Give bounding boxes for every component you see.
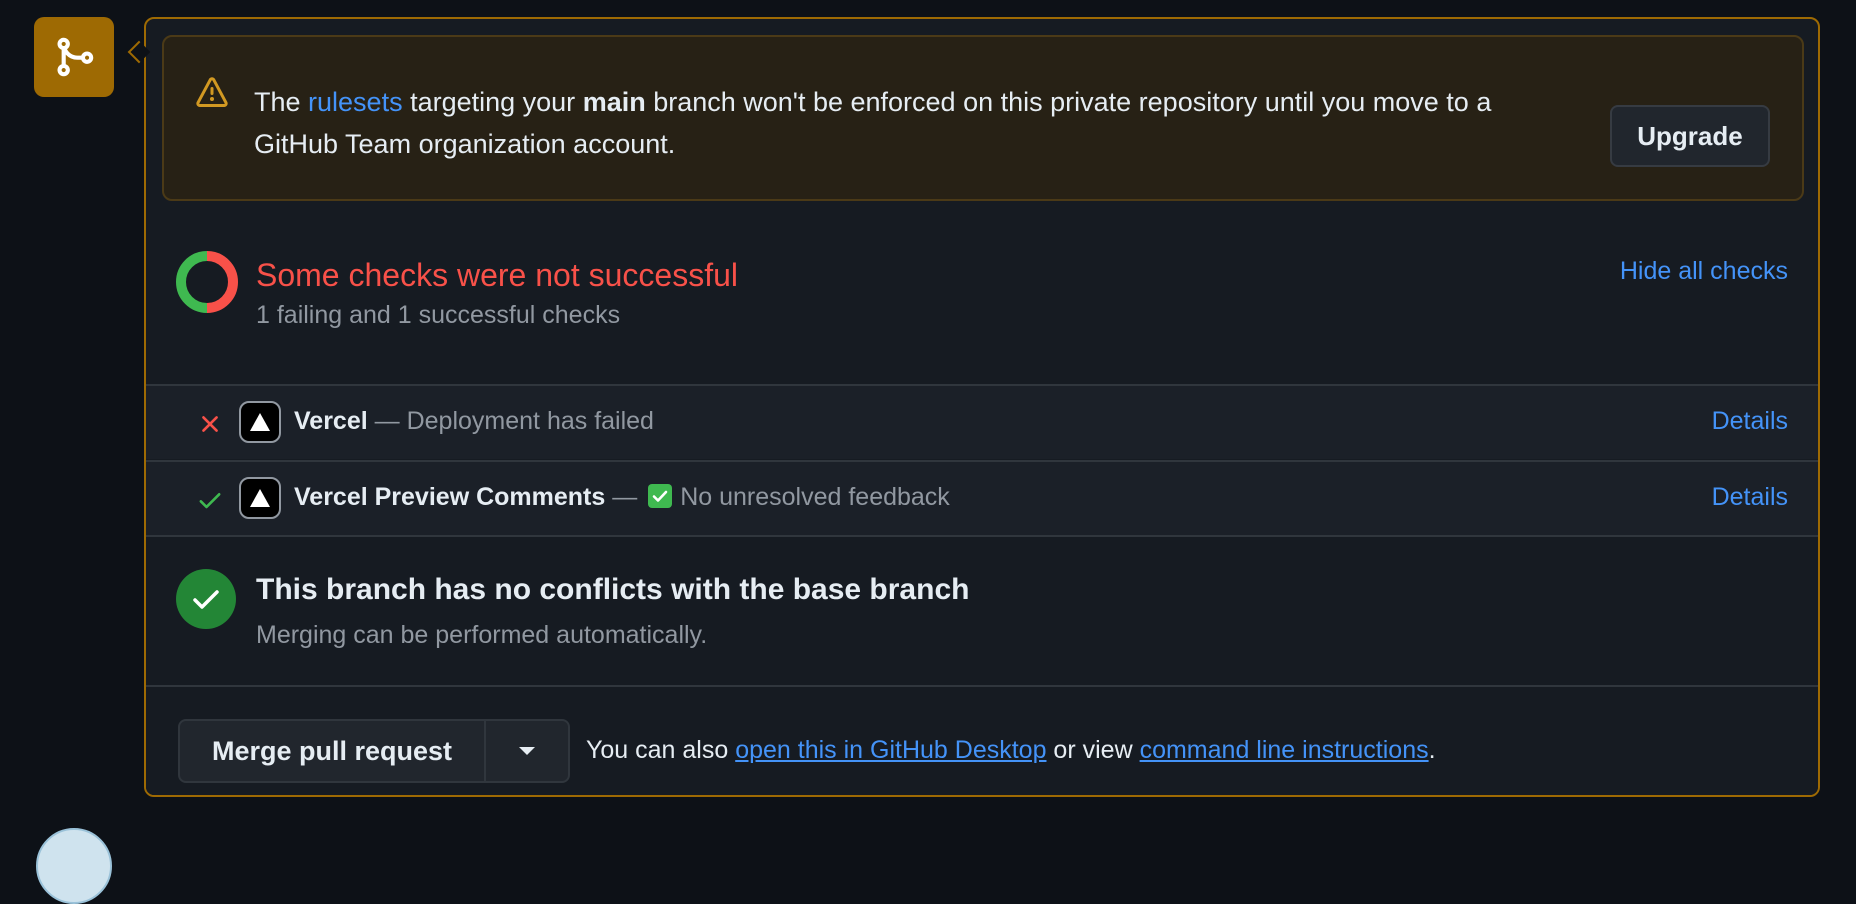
avatar[interactable] — [36, 828, 112, 904]
rulesets-warning-banner: The rulesets targeting your main branch … — [162, 35, 1804, 201]
check-icon — [196, 486, 224, 514]
check-name: Vercel — [294, 407, 368, 435]
checks-title: Some checks were not successful — [256, 257, 738, 293]
merge-hint-suffix: . — [1428, 736, 1436, 764]
check-description: Deployment has failed — [406, 407, 654, 435]
git-merge-icon — [34, 17, 114, 97]
check-separator: — — [605, 483, 645, 511]
checks-subtitle: 1 failing and 1 successful checks — [256, 301, 621, 329]
upgrade-button[interactable]: Upgrade — [1610, 105, 1770, 167]
check-row-text: Vercel — Deployment has failed — [294, 407, 654, 436]
checks-summary: Some checks were not successful 1 failin… — [146, 219, 1818, 384]
command-line-instructions-link[interactable]: command line instructions — [1140, 736, 1429, 764]
vercel-logo-icon — [239, 401, 281, 443]
merge-button-group: Merge pull request — [178, 719, 570, 783]
conflicts-subtitle: Merging can be performed automatically. — [256, 621, 708, 649]
merge-hint-mid: or view — [1046, 736, 1140, 764]
conflicts-title: This branch has no conflicts with the ba… — [256, 573, 970, 606]
check-name: Vercel Preview Comments — [294, 483, 606, 511]
vercel-logo-icon — [239, 477, 281, 519]
check-circle-icon — [176, 569, 236, 629]
open-in-desktop-link[interactable]: open this in GitHub Desktop — [735, 736, 1046, 764]
merge-box: The rulesets targeting your main branch … — [144, 17, 1820, 797]
checks-donut-icon — [176, 251, 238, 313]
check-details-link[interactable]: Details — [1712, 407, 1788, 436]
merge-hint-prefix: You can also — [586, 736, 736, 764]
checkmark-emoji-icon — [648, 484, 673, 508]
warning-text-prefix: The — [254, 87, 309, 117]
triangle-down-icon — [519, 747, 535, 755]
check-description: No unresolved feedback — [680, 483, 950, 511]
check-row: Vercel — Deployment has failed Details — [146, 384, 1818, 459]
merge-hint: You can also open this in GitHub Desktop… — [586, 736, 1436, 765]
x-icon — [196, 410, 224, 438]
alert-icon — [196, 77, 228, 109]
merge-actions: Merge pull request You can also open thi… — [146, 685, 1818, 795]
check-separator: — — [367, 407, 407, 435]
check-row-text: Vercel Preview Comments — No unresolved … — [294, 483, 950, 512]
warning-message: The rulesets targeting your main branch … — [254, 81, 1554, 165]
rulesets-link[interactable]: rulesets — [308, 87, 403, 117]
warning-text-mid: targeting your — [402, 87, 583, 117]
check-details-link[interactable]: Details — [1712, 483, 1788, 512]
merge-pull-request-button[interactable]: Merge pull request — [180, 721, 486, 781]
branch-name: main — [582, 87, 646, 117]
check-row: Vercel Preview Comments — No unresolved … — [146, 460, 1818, 535]
hide-all-checks-link[interactable]: Hide all checks — [1620, 257, 1788, 286]
conflicts-section: This branch has no conflicts with the ba… — [146, 535, 1818, 685]
merge-method-dropdown[interactable] — [486, 721, 568, 781]
